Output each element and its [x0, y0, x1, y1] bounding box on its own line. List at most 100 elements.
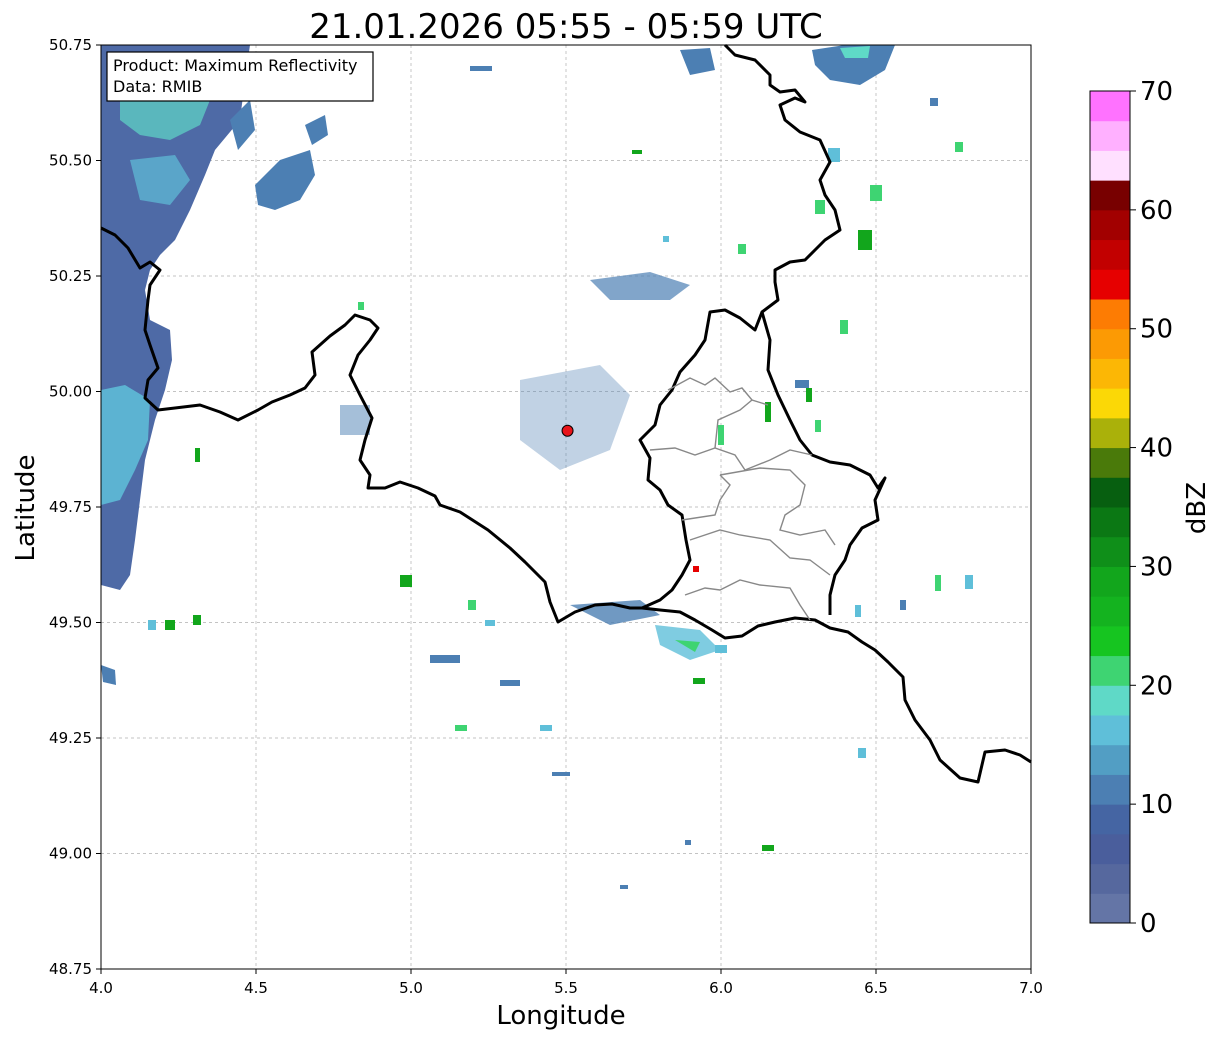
- colorbar-tick-label: 20: [1140, 671, 1173, 701]
- echo-cell: [718, 425, 724, 445]
- x-tick-label: 6.0: [709, 979, 733, 997]
- colorbar-segment: [1090, 299, 1130, 330]
- colorbar-tick-label: 30: [1140, 552, 1173, 582]
- colorbar-segment: [1090, 120, 1130, 151]
- colorbar-segment: [1090, 477, 1130, 508]
- echo-cell: [840, 320, 848, 334]
- echo-cell: [148, 620, 156, 630]
- echo-cell: [806, 388, 812, 402]
- colorbar-segment: [1090, 744, 1130, 775]
- x-tick-label: 7.0: [1019, 979, 1043, 997]
- colorbar-segment: [1090, 685, 1130, 716]
- colorbar-segment: [1090, 447, 1130, 478]
- colorbar-segment: [1090, 863, 1130, 894]
- echo-cell: [935, 575, 941, 591]
- echo-cell: [855, 605, 861, 617]
- radar-site-marker[interactable]: [561, 424, 574, 437]
- echo-cell: [965, 575, 973, 589]
- colorbar-tick-label: 70: [1140, 77, 1173, 107]
- x-tick-labels: 4.0 4.5 5.0 5.5 6.0 6.5 7.0: [89, 969, 1043, 997]
- echo-cell: [470, 66, 492, 71]
- colorbar-segment: [1090, 893, 1130, 924]
- y-axis-label: Latitude: [11, 454, 41, 561]
- echo-cell: [955, 142, 963, 152]
- echo-cell: [762, 845, 774, 851]
- colorbar-segment: [1090, 180, 1130, 211]
- echo-cell: [430, 655, 460, 663]
- echo-cell: [340, 405, 370, 435]
- y-tick-label: 50.50: [49, 152, 92, 170]
- colorbar-tick-label: 10: [1140, 790, 1173, 820]
- x-tick-label: 4.0: [89, 979, 113, 997]
- y-tick-label: 49.00: [49, 845, 92, 863]
- echo-cell: [795, 380, 809, 388]
- colorbar-segment: [1090, 536, 1130, 567]
- echo-cell: [632, 150, 642, 154]
- echo-cell: [400, 575, 412, 587]
- echo-cell: [165, 620, 175, 630]
- info-box: Product: Maximum Reflectivity Data: RMIB: [106, 51, 374, 102]
- colorbar-segment: [1090, 804, 1130, 835]
- colorbar-label: dBZ: [1182, 482, 1212, 534]
- colorbar-tick-labels: 0 10 20 30 40 50 60 70: [1130, 77, 1173, 939]
- colorbar-segment: [1090, 507, 1130, 538]
- echo-cell: [195, 448, 200, 462]
- colorbar-segment: [1090, 566, 1130, 597]
- colorbar-tick-label: 40: [1140, 434, 1173, 464]
- x-tick-label: 5.0: [399, 979, 423, 997]
- echo-cell: [685, 840, 691, 845]
- y-tick-label: 49.25: [49, 729, 92, 747]
- y-tick-labels: 48.75 49.00 49.25 49.50 49.75 50.00 50.25 50.50…: [49, 36, 101, 978]
- colorbar-segment: [1090, 209, 1130, 241]
- colorbar-segment: [1090, 655, 1130, 686]
- colorbar-segment: [1090, 715, 1130, 746]
- colorbar-segment: [1090, 328, 1130, 359]
- colorbar-segment: [1090, 269, 1130, 300]
- map-title: 21.01.2026 05:55 - 05:59 UTC: [309, 7, 823, 47]
- colorbar-segment: [1090, 596, 1130, 627]
- echo-cell: [663, 236, 669, 242]
- x-tick-label: 6.5: [864, 979, 888, 997]
- y-tick-label: 49.75: [49, 498, 92, 516]
- colorbar-segment: [1090, 150, 1130, 181]
- y-tick-label: 49.50: [49, 614, 92, 632]
- x-tick-label: 5.5: [554, 979, 578, 997]
- radar-figure: 21.01.2026 05:55 - 05:59 UTC Product: Ma…: [11, 7, 1212, 1031]
- echo-cell: [693, 678, 705, 684]
- colorbar-segment: [1090, 239, 1130, 270]
- colorbar-segment: [1090, 774, 1130, 805]
- y-tick-label: 50.25: [49, 267, 92, 285]
- echo-cell: [858, 748, 866, 758]
- echo-cell: [468, 600, 476, 610]
- echo-cell: [693, 566, 699, 572]
- echo-cell: [715, 645, 727, 653]
- echo-cell: [815, 200, 825, 214]
- echo-cell: [858, 230, 872, 250]
- y-tick-label: 50.75: [49, 36, 92, 54]
- echo-cell: [620, 885, 628, 889]
- echo-cell: [900, 600, 906, 610]
- colorbar-tick-label: 0: [1140, 909, 1157, 939]
- data-source-label: Data: RMIB: [113, 77, 202, 96]
- echo-cell: [930, 98, 938, 106]
- echo-region: [840, 46, 870, 58]
- colorbar-segment: [1090, 358, 1130, 389]
- colorbar-tick-label: 60: [1140, 196, 1173, 226]
- colorbar-segment: [1090, 625, 1130, 657]
- colorbar-segment: [1090, 91, 1130, 122]
- colorbar: [1090, 91, 1130, 924]
- echo-cell: [358, 302, 364, 310]
- echo-cell: [552, 772, 570, 776]
- product-label: Product: Maximum Reflectivity: [113, 56, 357, 75]
- y-tick-label: 48.75: [49, 960, 92, 978]
- colorbar-segment: [1090, 388, 1130, 419]
- echo-cell: [870, 185, 882, 201]
- echo-cell: [500, 680, 520, 686]
- x-tick-label: 4.5: [244, 979, 268, 997]
- echo-cell: [193, 615, 201, 625]
- echo-cell: [815, 420, 821, 432]
- echo-cell: [738, 244, 746, 254]
- colorbar-tick-label: 50: [1140, 315, 1173, 345]
- echo-cell: [540, 725, 552, 731]
- colorbar-segment: [1090, 833, 1130, 865]
